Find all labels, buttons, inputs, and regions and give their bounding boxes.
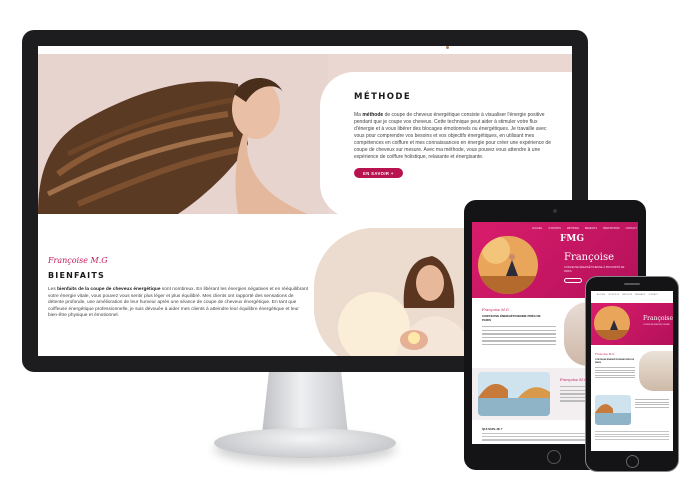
benefits-section: Françoise M.G BIENFAITS Les bienfaits de… <box>48 256 310 320</box>
phone-screen: ACCUEIL À PROPOS MÉTHODE BIENFAITS CONTA… <box>591 291 673 451</box>
tablet-hero-name: Françoise <box>564 252 614 263</box>
phone-hero-name: Françoise <box>643 315 673 322</box>
phone-relax-image <box>639 351 673 391</box>
learn-more-button[interactable]: EN SAVOIR + <box>354 168 403 178</box>
method-card: MÉTHODE Ma méthode de coupe de cheveux é… <box>320 72 572 218</box>
phone-nav-item[interactable]: CONTACT <box>648 294 658 298</box>
tablet-autumn-yoga-image <box>478 236 538 294</box>
benefits-title: BIENFAITS <box>48 271 105 280</box>
signature: Françoise M.G <box>48 256 108 265</box>
tablet-lake-image <box>478 372 550 416</box>
method-title: MÉTHODE <box>354 92 412 102</box>
header-dot <box>446 46 449 49</box>
tablet-text-lines <box>482 326 556 347</box>
phone-signature: Françoise M.G <box>595 353 615 356</box>
phone-nav: ACCUEIL À PROPOS MÉTHODE BIENFAITS CONTA… <box>591 291 673 301</box>
phone-lake-image <box>595 395 631 425</box>
tablet-camera <box>553 209 557 213</box>
method-paragraph-bold: méthode <box>362 112 384 118</box>
phone-hero-subtitle: COIFFEUSE ÉNERGÉTICIENNE <box>643 324 670 326</box>
tablet-nav-item[interactable]: BIENFAITS <box>585 227 597 233</box>
monitor-stand-neck <box>262 372 348 434</box>
phone-nav-item[interactable]: ACCUEIL <box>597 294 606 298</box>
tablet-nav-item[interactable]: CONTACT <box>626 227 637 233</box>
phone-text-lines-2 <box>635 399 669 409</box>
tablet-signature-2: Françoise M.G <box>560 378 587 382</box>
tablet-hero-button[interactable] <box>564 278 582 283</box>
tablet-heading: COIFFEUSE ÉNERGÉTICIENNE PRÈS DE PARIS <box>482 314 541 322</box>
tablet-nav: ACCUEIL À PROPOS MÉTHODE BIENFAITS PREST… <box>532 227 637 233</box>
tablet-nav-item[interactable]: MÉTHODE <box>567 227 579 233</box>
phone-text-lines-3 <box>595 431 669 441</box>
benefits-paragraph-prefix: Les <box>48 287 58 292</box>
phone-device: ACCUEIL À PROPOS MÉTHODE BIENFAITS CONTA… <box>585 276 679 472</box>
method-paragraph-rest: de coupe de cheveux énergétique consiste… <box>354 112 551 160</box>
phone-autumn-yoga-image <box>594 306 630 340</box>
tablet-logo[interactable]: FMG <box>560 234 584 244</box>
tablet-nav-item[interactable]: À PROPOS <box>548 227 561 233</box>
method-paragraph: Ma méthode de coupe de cheveux énergétiq… <box>354 112 556 161</box>
phone-home-button[interactable] <box>626 455 639 468</box>
benefits-paragraph: Les bienfaits de la coupe de cheveux éne… <box>48 287 310 320</box>
tablet-hero-subtitle: COIFFEUSE ÉNERGÉTICIENNE À PROXIMITÉ DE … <box>564 266 625 273</box>
phone-speaker <box>624 283 640 285</box>
benefits-paragraph-bold: bienfaits de la coupe de cheveux énergét… <box>57 287 161 292</box>
long-hair-model-image <box>38 54 328 214</box>
phone-nav-item[interactable]: MÉTHODE <box>622 294 632 298</box>
phone-text-lines <box>595 367 635 380</box>
tablet-nav-item[interactable]: ACCUEIL <box>532 227 542 233</box>
tablet-signature: Françoise M.G <box>482 308 509 312</box>
tablet-home-button[interactable] <box>547 450 561 464</box>
tablet-nav-item[interactable]: PRESTATIONS <box>603 227 620 233</box>
header-strip <box>38 46 572 54</box>
phone-nav-item[interactable]: À PROPOS <box>609 294 619 298</box>
phone-heading: COIFFEUSE ÉNERGÉTICIENNE PRÈS DE PARIS <box>595 359 635 364</box>
monitor-stand-base <box>214 428 396 458</box>
tablet-about-label: QUI SUIS-JE ? <box>482 427 503 431</box>
phone-nav-item[interactable]: BIENFAITS <box>635 294 645 298</box>
